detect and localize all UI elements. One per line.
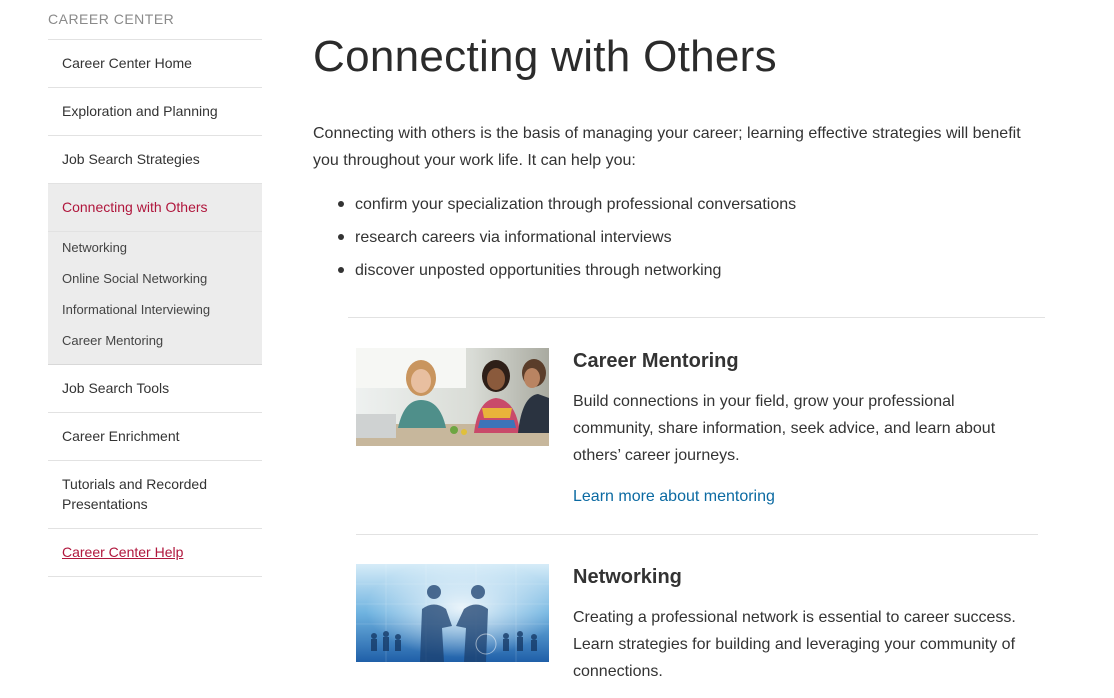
- mentoring-photo: [356, 348, 549, 446]
- card-title: Networking: [573, 566, 682, 588]
- section-divider: [348, 317, 1045, 318]
- sidebar-item-career-center-help[interactable]: Career Center Help: [48, 529, 262, 577]
- card-title: Career Mentoring: [573, 350, 739, 372]
- list-item: research careers via informational inter…: [338, 221, 1035, 254]
- card-divider: [356, 534, 1038, 535]
- subnav-item-networking[interactable]: Networking: [48, 236, 262, 267]
- sidebar-item-connecting-with-others[interactable]: Connecting with Others: [48, 184, 262, 232]
- intro-paragraph: Connecting with others is the basis of m…: [313, 125, 1021, 169]
- page-title: Connecting with Others: [313, 32, 777, 81]
- sidebar-item-tutorials[interactable]: Tutorials and Recorded Presentations: [48, 461, 262, 529]
- sidebar-nav: CAREER CENTER Career Center Home Explora…: [48, 0, 262, 577]
- subnav-item-career-mentoring[interactable]: Career Mentoring: [48, 329, 262, 360]
- sidebar-item-job-search-strategies[interactable]: Job Search Strategies: [48, 136, 262, 184]
- card-text: Build connections in your field, grow yo…: [573, 393, 996, 464]
- networking-photo: [356, 564, 549, 662]
- sidebar-item-career-enrichment[interactable]: Career Enrichment: [48, 413, 262, 461]
- sidebar-heading: CAREER CENTER: [48, 0, 262, 40]
- sidebar-subnav: Networking Online Social Networking Info…: [48, 232, 262, 365]
- sidebar-item-job-search-tools[interactable]: Job Search Tools: [48, 365, 262, 413]
- learn-more-mentoring-link[interactable]: Learn more about mentoring: [573, 488, 775, 506]
- list-item: confirm your specialization through prof…: [338, 188, 1035, 221]
- sidebar-item-exploration-and-planning[interactable]: Exploration and Planning: [48, 88, 262, 136]
- subnav-item-informational-interviewing[interactable]: Informational Interviewing: [48, 298, 262, 329]
- benefits-list: confirm your specialization through prof…: [338, 188, 1035, 287]
- subnav-item-online-social-networking[interactable]: Online Social Networking: [48, 267, 262, 298]
- list-item: discover unposted opportunities through …: [338, 254, 1035, 287]
- sidebar-item-career-center-home[interactable]: Career Center Home: [48, 40, 262, 88]
- card-text: Creating a professional network is essen…: [573, 609, 1016, 680]
